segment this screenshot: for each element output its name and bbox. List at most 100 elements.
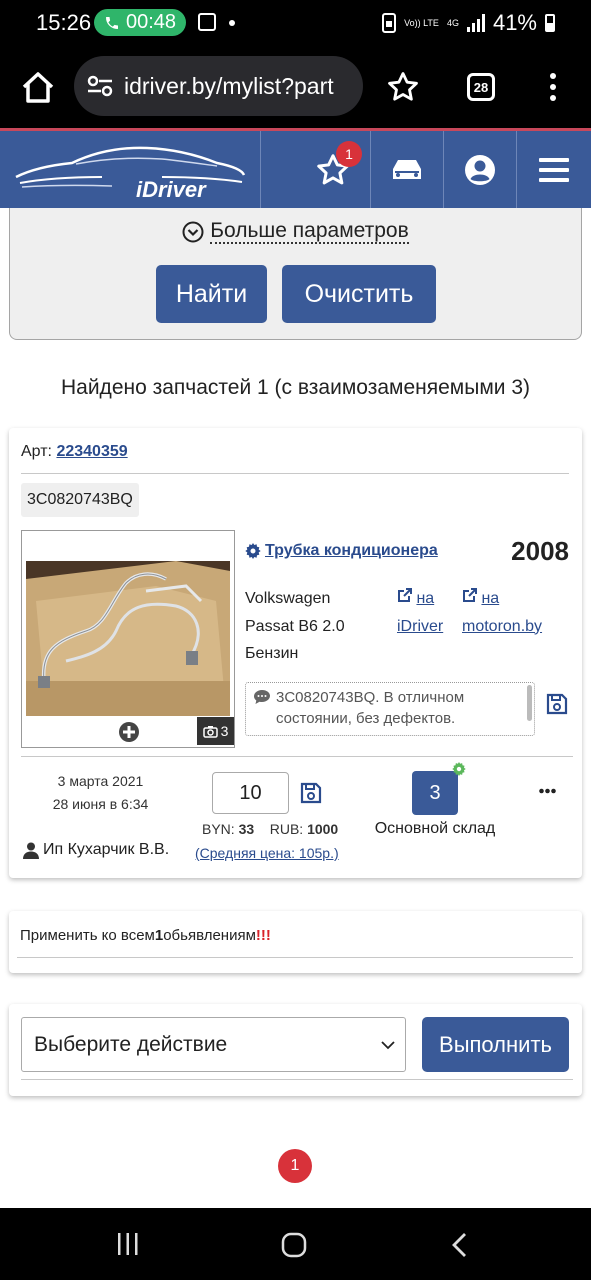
results-count: Найдено запчастей 1 (с взаимозаменяемыми… <box>60 376 530 399</box>
external-link-icon <box>398 588 412 602</box>
motoron-external-link[interactable]: на motoron.by <box>462 585 542 640</box>
motoron-link-bottom: motoron.by <box>462 617 543 635</box>
status-bar: 15:26 00:48 Vo)) LTE 4G 41% <box>0 0 591 46</box>
part-note-text: 3C0820743BQ. В отличном состоянии, без д… <box>276 689 465 727</box>
battery-icon <box>545 14 555 32</box>
bookmark-star-icon[interactable] <box>386 70 420 104</box>
site-header: iDriver 1 <box>0 128 591 208</box>
clear-button[interactable]: Очистить <box>282 265 436 323</box>
chevron-down-icon <box>381 1041 395 1050</box>
car-make: Volkswagen <box>245 590 331 607</box>
battery-percent: 41% <box>492 10 537 35</box>
part-note-textarea[interactable]: 3C0820743BQ. В отличном состоянии, без д… <box>245 682 535 736</box>
gear-icon[interactable] <box>452 762 466 776</box>
site-settings-icon[interactable] <box>86 74 114 98</box>
find-button[interactable]: Найти <box>156 265 267 323</box>
apply-all-suffix: обьявлениям <box>163 927 256 944</box>
status-right: Vo)) LTE 4G 41% <box>382 10 555 36</box>
byn-label: BYN: <box>202 821 235 837</box>
apply-all-panel: Применить ко всем1обьявлениям!!! <box>9 911 582 973</box>
phone-icon <box>106 16 118 29</box>
garage-button[interactable] <box>370 131 443 208</box>
more-params-toggle[interactable]: Больше параметров <box>10 220 581 244</box>
car-icon <box>392 159 421 179</box>
favorites-button[interactable] <box>296 131 370 208</box>
tabs-count-icon[interactable]: 28 <box>467 73 495 101</box>
external-link-icon <box>463 588 477 602</box>
car-fuel: Бензин <box>245 645 299 662</box>
action-select[interactable]: Выберите действие <box>21 1017 406 1072</box>
photo-count-badge[interactable]: 3 <box>197 717 234 745</box>
hamburger-icon <box>538 157 569 182</box>
divider <box>17 957 573 958</box>
divider <box>21 756 573 757</box>
browser-toolbar: idriver.by/mylist?part 28 <box>0 46 591 128</box>
date-created: 3 марта 2021 <box>57 773 144 789</box>
filter-panel: Больше параметров Найти Очистить <box>9 208 582 340</box>
url-text: idriver.by/mylist?part <box>124 72 334 99</box>
idriver-logo[interactable]: iDriver <box>12 139 248 201</box>
stock-count-button[interactable]: 3 <box>412 771 458 815</box>
date-updated: 28 июня в 6:34 <box>52 796 149 812</box>
pagination-current-page[interactable]: 1 <box>278 1149 312 1183</box>
gallery-icon <box>198 13 216 31</box>
profile-button[interactable] <box>443 131 516 208</box>
part-photo[interactable] <box>26 561 230 716</box>
main-menu-button[interactable] <box>516 131 591 208</box>
warehouse-name: Основной склад <box>374 820 496 837</box>
article-label: Арт: <box>21 443 52 460</box>
car-model: Passat B6 2.0 <box>245 617 345 635</box>
average-price-link[interactable]: (Средняя цена: 105р.) <box>195 845 339 861</box>
more-params-label: Больше параметров <box>210 219 409 244</box>
idriver-external-link[interactable]: на iDriver <box>397 585 443 640</box>
system-nav-bar <box>0 1208 591 1280</box>
add-photo-icon[interactable] <box>118 721 140 743</box>
save-quantity-icon[interactable] <box>300 782 322 804</box>
part-year: 2008 <box>511 536 569 566</box>
call-timer: 00:48 <box>126 11 177 33</box>
apply-all-text[interactable]: Применить ко всем1обьявлениям!!! <box>20 927 271 944</box>
back-icon[interactable] <box>450 1232 468 1258</box>
volte-indicator: Vo)) LTE <box>404 17 439 28</box>
car-info: Volkswagen Passat B6 2.0 Бензин <box>245 585 345 668</box>
quantity-input[interactable]: 10 <box>212 772 289 814</box>
home-icon[interactable] <box>18 68 58 108</box>
prices: BYN: 33 RUB: 1000 <box>202 821 338 837</box>
call-timer-pill[interactable]: 00:48 <box>94 9 186 36</box>
status-time: 15:26 <box>36 10 92 35</box>
browser-menu-icon[interactable] <box>548 72 558 102</box>
divider <box>21 1079 573 1080</box>
save-note-icon[interactable] <box>546 693 568 715</box>
apply-all-prefix: Применить ко всем <box>20 927 155 944</box>
notification-dot-icon <box>229 20 235 26</box>
execute-button[interactable]: Выполнить <box>422 1017 569 1072</box>
part-name-link[interactable]: Трубка кондиционера <box>245 542 438 560</box>
more-options-icon[interactable] <box>539 788 556 794</box>
action-panel: Выберите действие Выполнить <box>9 1004 582 1096</box>
user-icon <box>464 154 495 185</box>
seller: Ип Кухарчик В.В. <box>23 841 169 859</box>
note-scrollbar[interactable] <box>527 685 532 721</box>
part-photo-frame[interactable]: 3 <box>21 530 235 748</box>
logo-text: iDriver <box>136 177 207 201</box>
chevron-down-circle-icon <box>182 221 204 243</box>
recent-apps-icon[interactable] <box>116 1232 140 1256</box>
divider <box>21 473 569 474</box>
address-bar[interactable]: idriver.by/mylist?part <box>74 56 363 116</box>
comment-icon <box>254 690 270 704</box>
camera-icon <box>202 725 218 738</box>
network-type: 4G <box>446 17 459 28</box>
header-divider <box>260 131 261 208</box>
part-name: Трубка кондиционера <box>265 542 438 559</box>
gear-icon <box>245 543 261 559</box>
oem-number: 3C0820743BQ <box>21 483 139 517</box>
apply-all-count: 1 <box>154 927 164 944</box>
part-card: Арт: 22340359 3C0820743BQ 3 Трубка конди… <box>9 428 582 878</box>
article-number-link[interactable]: 22340359 <box>56 443 127 460</box>
seller-name: Ип Кухарчик В.В. <box>43 841 170 858</box>
home-nav-icon[interactable] <box>281 1232 307 1258</box>
motoron-link-top: на <box>481 590 500 607</box>
article-row: Арт: 22340359 <box>21 443 128 461</box>
byn-price: 33 <box>238 821 255 837</box>
action-select-value: Выберите действие <box>34 1032 228 1056</box>
